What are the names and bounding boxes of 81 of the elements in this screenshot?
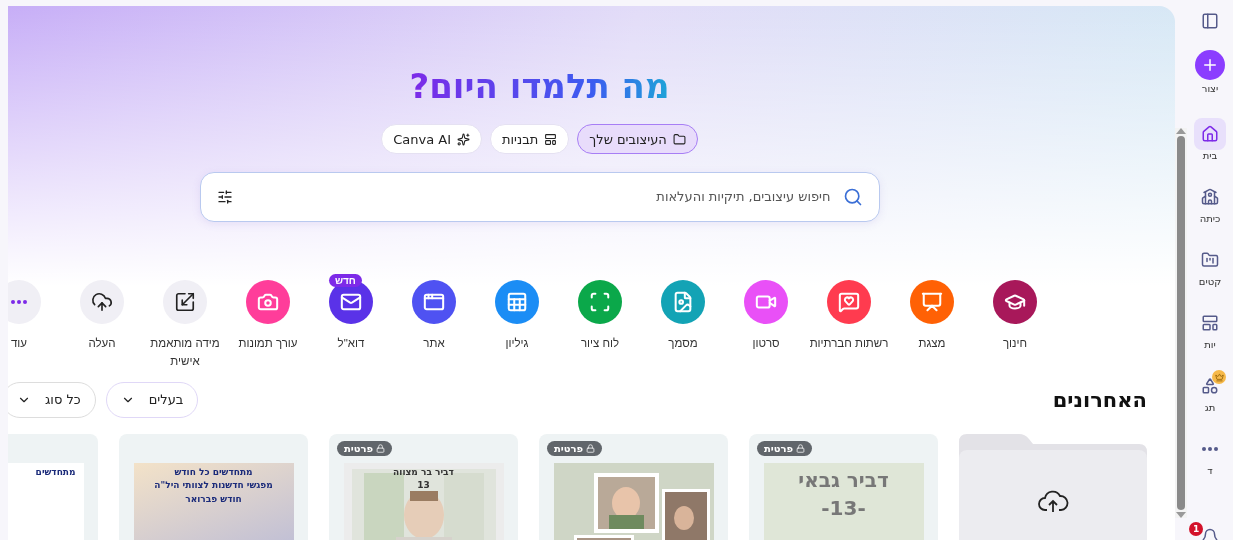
create-button[interactable] — [1195, 50, 1225, 80]
category-label: העלה — [87, 335, 117, 351]
filter-settings-icon[interactable] — [216, 188, 233, 205]
sparkle-icon — [457, 132, 470, 146]
thumbnail-text: דביר גבאי — [798, 466, 889, 493]
lock-icon — [586, 443, 596, 453]
category-shortcut[interactable]: רשתות חברתיות — [809, 273, 889, 370]
category-label: מצגת — [917, 335, 947, 351]
filter-tab[interactable]: תבניות — [490, 124, 570, 154]
document-icon — [672, 290, 694, 313]
filter-tab[interactable]: Canva AI — [381, 124, 482, 154]
category-shortcut[interactable]: עורך תמונות — [228, 273, 308, 370]
private-badge: פרטית — [547, 440, 603, 456]
search-icon — [842, 186, 863, 207]
category-label: לוח ציור — [579, 335, 621, 351]
resize-icon — [174, 290, 196, 313]
search-input[interactable]: חיפוש עיצובים, תיקיות והעלאות — [242, 188, 833, 206]
school-icon — [1201, 188, 1219, 206]
category-label: סרטון — [751, 335, 781, 351]
category-shortcut[interactable]: עוד — [8, 273, 59, 370]
filter-dropdown[interactable]: כל סוג — [8, 381, 96, 418]
panel-toggle-icon[interactable] — [1201, 12, 1219, 30]
category-label: עוד — [9, 335, 29, 351]
category-shortcut[interactable]: אתר — [394, 273, 474, 370]
thumbnail-text: דביר בר מצווה — [393, 466, 454, 479]
category-label: חינוך — [1001, 335, 1029, 351]
thumbnail-text: מפגשי חדשנות לצוותי היל"ה — [154, 480, 273, 493]
category-label: מידה מותאמת אישית — [149, 335, 221, 369]
nav-item[interactable]: יות — [1194, 307, 1226, 350]
category-label: מסמך — [667, 335, 699, 351]
filter-dropdown[interactable]: בעלים — [105, 381, 199, 418]
category-shortcut[interactable]: מצגת — [892, 273, 972, 370]
template-icon — [1201, 314, 1219, 332]
category-label: אתר — [422, 335, 446, 351]
section-heading: האחרונים — [1052, 387, 1147, 412]
design-card[interactable]: פרטית — [539, 433, 728, 540]
presentation-icon — [921, 290, 943, 313]
folder-icon — [672, 132, 686, 146]
more-icon — [1202, 447, 1218, 451]
home-icon — [1201, 125, 1219, 143]
filter-tab[interactable]: העיצובים שלך — [577, 124, 698, 154]
more-icon — [11, 299, 27, 304]
notification-count: 1 — [1189, 522, 1203, 536]
template-icon — [544, 132, 558, 146]
create-label: יצור — [1201, 83, 1219, 94]
heart-bubble-icon — [838, 290, 860, 313]
category-shortcut[interactable]: מסמך — [643, 273, 723, 370]
category-shortcut[interactable]: חינוך — [975, 273, 1055, 370]
category-shortcut[interactable]: מידה מותאמת אישית — [145, 273, 225, 370]
category-label: דוא"ל — [336, 335, 366, 351]
lock-icon — [376, 443, 386, 453]
brand-icon — [1201, 377, 1219, 395]
frame-icon — [589, 290, 611, 313]
cloud-upload-icon — [91, 290, 113, 313]
category-shortcut[interactable]: חדש דוא"ל — [311, 273, 391, 370]
thumbnail-text: מתחדשים — [35, 466, 76, 479]
nav-item[interactable]: תג — [1194, 370, 1226, 413]
thumbnail-text: 13 — [417, 480, 430, 493]
category-label: עורך תמונות — [237, 335, 299, 351]
category-shortcut[interactable]: גיליון — [477, 273, 557, 370]
private-badge: פרטית — [757, 440, 813, 456]
projects-icon — [1201, 251, 1219, 269]
design-card[interactable]: מתחדשים — [8, 433, 98, 540]
search-field[interactable]: חיפוש עיצובים, תיקיות והעלאות — [199, 172, 880, 222]
thumbnail-text: -13- — [821, 494, 866, 521]
category-shortcut[interactable]: העלה — [62, 273, 142, 370]
lock-icon — [796, 443, 806, 453]
design-card[interactable]: מתחדשים כל חודש מפגשי חדשנות לצוותי היל"ה חודש פברואר — [119, 433, 308, 540]
nav-item[interactable]: קטים — [1194, 244, 1226, 287]
spreadsheet-icon — [506, 290, 528, 313]
category-shortcut[interactable]: לוח ציור — [560, 273, 640, 370]
new-badge: חדש — [329, 273, 362, 287]
category-shortcut[interactable]: סרטון — [726, 273, 806, 370]
nav-item[interactable]: ד — [1194, 433, 1226, 476]
thumbnail-text: מתחדשים כל חודש — [174, 466, 253, 479]
private-badge: פרטית — [337, 440, 393, 456]
scrollbar[interactable] — [1175, 128, 1187, 518]
nav-item[interactable]: כיתה — [1194, 181, 1226, 224]
category-label: גיליון — [504, 335, 530, 351]
category-label: רשתות חברתיות — [809, 335, 889, 351]
thumbnail-text: חודש פברואר — [185, 494, 242, 506]
